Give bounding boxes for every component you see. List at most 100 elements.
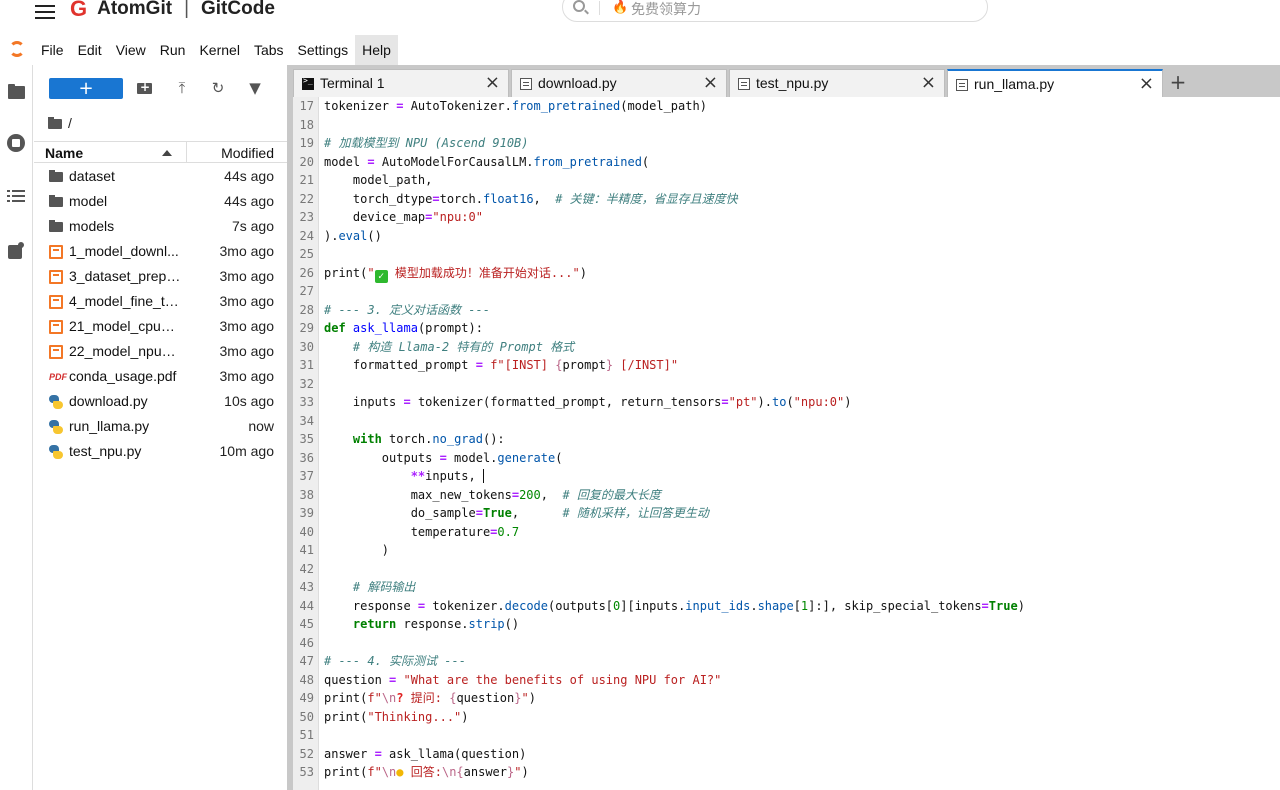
menu-run[interactable]: Run <box>153 35 193 65</box>
close-icon[interactable]: × <box>1139 74 1154 94</box>
column-name-header[interactable]: Name <box>45 145 83 161</box>
code-line[interactable]: 27 <box>293 282 1280 301</box>
breadcrumb-path[interactable]: / <box>68 115 72 131</box>
close-icon[interactable]: × <box>485 73 500 93</box>
python-file-icon <box>520 78 532 90</box>
new-folder-icon[interactable] <box>136 78 154 97</box>
code-line[interactable]: 47 # --- 4. 实际测试 --- <box>293 652 1280 671</box>
site-brand[interactable]: G AtomGit | GitCode <box>70 0 275 22</box>
file-row[interactable]: 4_model_fine_tu... 3mo ago <box>34 289 287 314</box>
file-row[interactable]: 1_model_downl... 3mo ago <box>34 239 287 264</box>
file-row[interactable]: 3_dataset_prepa... 3mo ago <box>34 264 287 289</box>
tab-test-npu-py[interactable]: test_npu.py × <box>729 69 945 97</box>
code-line[interactable]: 39 do_sample=True, # 随机采样，让回答更生动 <box>293 504 1280 523</box>
file-browser-toolbar: + ⤒ ↻ ▼ <box>34 65 287 111</box>
menu-kernel[interactable]: Kernel <box>192 35 246 65</box>
code-line[interactable]: 25 <box>293 245 1280 264</box>
code-line[interactable]: 46 <box>293 634 1280 653</box>
new-launcher-button[interactable]: + <box>49 78 123 99</box>
upload-icon[interactable]: ⤒ <box>173 79 191 97</box>
file-name: 22_model_npu_i... <box>69 343 182 359</box>
tab-download-py[interactable]: download.py × <box>511 69 727 97</box>
menu-view[interactable]: View <box>109 35 153 65</box>
python-icon <box>49 395 63 409</box>
file-row[interactable]: dataset 44s ago <box>34 164 287 189</box>
code-line[interactable]: 43 # 解码输出 <box>293 578 1280 597</box>
menu-settings[interactable]: Settings <box>291 35 356 65</box>
code-line[interactable]: 33 inputs = tokenizer(formatted_prompt, … <box>293 393 1280 412</box>
file-row[interactable]: model 44s ago <box>34 189 287 214</box>
tab-run-llama-py[interactable]: run_llama.py × <box>947 69 1163 98</box>
code-line[interactable]: 23 device_map="npu:0" <box>293 208 1280 227</box>
code-line[interactable]: 21 model_path, <box>293 171 1280 190</box>
code-line[interactable]: 29 def ask_llama(prompt): <box>293 319 1280 338</box>
site-search-input[interactable]: 🔥 免费领算力 <box>562 0 988 22</box>
code-line[interactable]: 34 <box>293 412 1280 431</box>
code-line[interactable]: 44 response = tokenizer.decode(outputs[0… <box>293 597 1280 616</box>
code-line[interactable]: 53 print(f"\n● 回答:\n{answer}") <box>293 763 1280 782</box>
line-number: 34 <box>299 413 314 428</box>
code-line[interactable]: 37 **inputs, <box>293 467 1280 486</box>
add-tab-button[interactable]: + <box>1166 69 1190 97</box>
code-line[interactable]: 20 model = AutoModelForCausalLM.from_pret… <box>293 153 1280 172</box>
code-line[interactable]: 18 <box>293 116 1280 135</box>
menu-edit[interactable]: Edit <box>71 35 109 65</box>
home-folder-icon[interactable] <box>48 117 63 129</box>
filter-icon[interactable]: ▼ <box>246 79 264 97</box>
file-row[interactable]: run_llama.py now <box>34 414 287 439</box>
refresh-icon[interactable]: ↻ <box>209 79 227 97</box>
menu-file[interactable]: File <box>34 35 71 65</box>
menu-help[interactable]: Help <box>355 35 398 65</box>
running-kernels-icon[interactable] <box>7 134 27 154</box>
file-row[interactable]: download.py 10s ago <box>34 389 287 414</box>
code-line[interactable]: 17 tokenizer = AutoTokenizer.from_pretrai… <box>293 97 1280 116</box>
file-row[interactable]: PDF conda_usage.pdf 3mo ago <box>34 364 287 389</box>
code-line[interactable]: 51 <box>293 726 1280 745</box>
code-line[interactable]: 38 max_new_tokens=200, # 回复的最大长度 <box>293 486 1280 505</box>
code-text: formatted_prompt = f"[INST] {prompt} [/I… <box>324 358 679 372</box>
code-line[interactable]: 45 return response.strip() <box>293 615 1280 634</box>
hamburger-menu-icon[interactable] <box>35 5 55 19</box>
table-of-contents-icon[interactable] <box>7 187 27 207</box>
extension-manager-icon[interactable] <box>7 241 27 261</box>
file-browser-folder-icon[interactable] <box>7 82 27 102</box>
code-line[interactable]: 40 temperature=0.7 <box>293 523 1280 542</box>
code-line[interactable]: 41 ) <box>293 541 1280 560</box>
code-text: inputs = tokenizer(formatted_prompt, ret… <box>324 395 852 409</box>
file-row[interactable]: 22_model_npu_i... 3mo ago <box>34 339 287 364</box>
document-tab-bar: Terminal 1 × download.py × test_npu.py ×… <box>293 69 1280 98</box>
file-modified: 44s ago <box>224 193 274 209</box>
code-line[interactable]: 48 question = "What are the benefits of u… <box>293 671 1280 690</box>
code-content[interactable]: 17 tokenizer = AutoTokenizer.from_pretrai… <box>293 97 1280 782</box>
menu-tabs[interactable]: Tabs <box>247 35 291 65</box>
breadcrumb[interactable]: / <box>48 114 72 132</box>
code-line[interactable]: 52 answer = ask_llama(question) <box>293 745 1280 764</box>
file-row[interactable]: 21_model_cpu_i... 3mo ago <box>34 314 287 339</box>
code-line[interactable]: 35 with torch.no_grad(): <box>293 430 1280 449</box>
code-text: temperature=0.7 <box>324 524 520 539</box>
code-editor[interactable]: 17 tokenizer = AutoTokenizer.from_pretrai… <box>293 97 1280 790</box>
code-line[interactable]: 31 formatted_prompt = f"[INST] {prompt} … <box>293 356 1280 375</box>
code-line[interactable]: 24).eval() <box>293 227 1280 246</box>
code-line[interactable]: 28 # --- 3. 定义对话函数 --- <box>293 301 1280 320</box>
column-modified-header[interactable]: Modified <box>221 145 274 161</box>
code-text: def ask_llama(prompt): <box>324 321 483 335</box>
jupyter-logo-icon <box>0 35 34 65</box>
close-icon[interactable]: × <box>921 73 936 93</box>
code-line[interactable]: 49 print(f"\n? 提问: {question}") <box>293 689 1280 708</box>
code-line[interactable]: 50 print("Thinking...") <box>293 708 1280 727</box>
code-line[interactable]: 36 outputs = model.generate( <box>293 449 1280 468</box>
code-line[interactable]: 26 print(" ✓ 模型加载成功！准备开始对话...") <box>293 264 1280 283</box>
file-row[interactable]: test_npu.py 10m ago <box>34 439 287 464</box>
close-icon[interactable]: × <box>703 73 718 93</box>
line-number: 29 <box>299 321 314 335</box>
code-line[interactable]: 30 # 构造 Llama-2 特有的 Prompt 格式 <box>293 338 1280 357</box>
code-line[interactable]: 32 <box>293 375 1280 394</box>
code-line[interactable]: 19 # 加载模型到 NPU (Ascend 910B) <box>293 134 1280 153</box>
sort-ascending-icon[interactable] <box>162 150 172 156</box>
file-row[interactable]: models 7s ago <box>34 214 287 239</box>
tab-label: download.py <box>538 75 617 91</box>
code-line[interactable]: 22 torch_dtype=torch.float16, # 关键：半精度，省… <box>293 190 1280 209</box>
code-line[interactable]: 42 <box>293 560 1280 579</box>
tab-terminal-1[interactable]: Terminal 1 × <box>293 69 509 97</box>
